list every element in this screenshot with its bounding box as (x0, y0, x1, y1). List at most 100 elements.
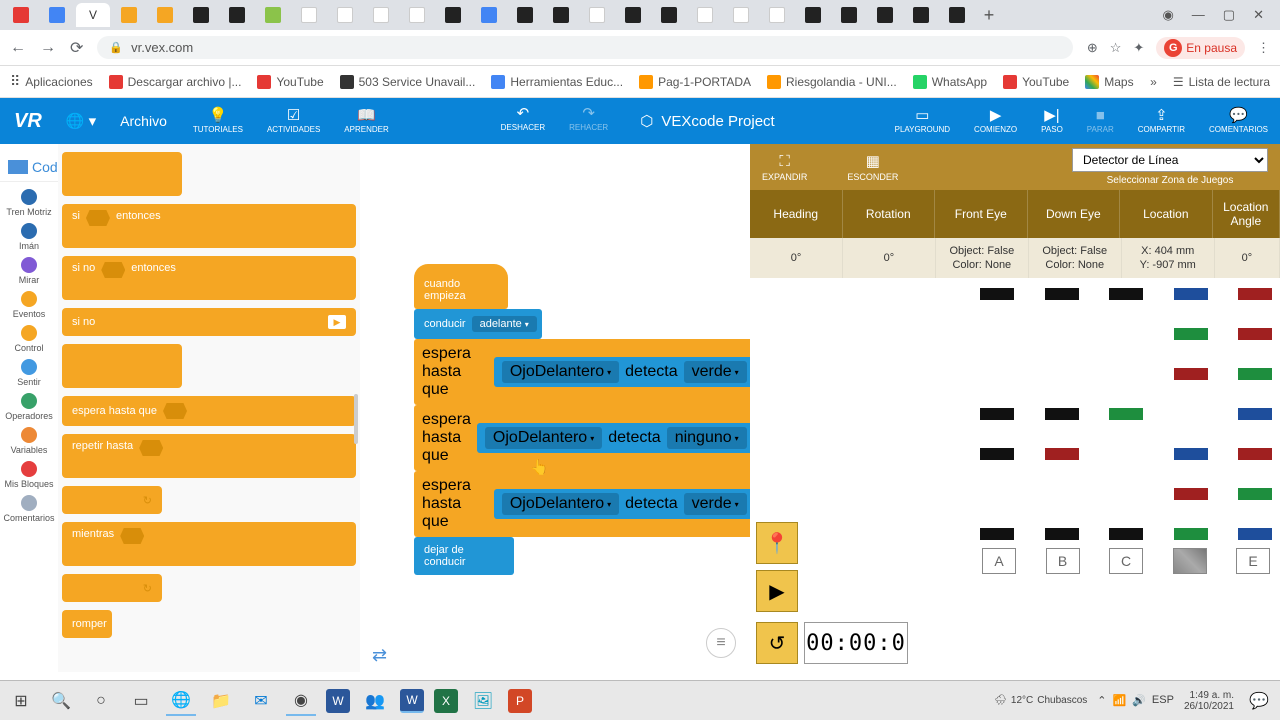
profile-badge[interactable]: G En pausa (1156, 37, 1245, 59)
switch-view-icon[interactable]: ⇄ (372, 645, 387, 666)
category-events[interactable]: Eventos (0, 288, 58, 322)
bookmark[interactable]: Riesgolandia - UNI... (767, 75, 897, 89)
palette-block-waituntil[interactable]: espera hasta que (62, 396, 356, 426)
dropdown-color[interactable]: verde (684, 493, 747, 515)
bookmark[interactable]: YouTube (1003, 75, 1069, 89)
start-button[interactable]: ⊞ (6, 686, 36, 716)
play-button[interactable]: ▶ (756, 570, 798, 612)
tab[interactable] (40, 3, 74, 27)
file-menu[interactable]: Archivo (106, 113, 181, 129)
playground-selector[interactable]: Detector de Línea (1072, 148, 1268, 172)
dropdown-sensor[interactable]: OjoDelantero (485, 427, 602, 449)
bookmark[interactable]: WhatsApp (913, 75, 987, 89)
script-stack[interactable]: cuando empieza conducir adelante espera … (414, 264, 785, 575)
tab[interactable] (328, 3, 362, 27)
tab[interactable] (940, 3, 974, 27)
bookmark[interactable]: Maps (1085, 75, 1133, 89)
resize-handle[interactable] (354, 394, 358, 444)
sensor-condition[interactable]: OjoDelantero detecta verde ? (494, 357, 777, 387)
dropdown-sensor[interactable]: OjoDelantero (502, 493, 619, 515)
search-button[interactable]: 🔍 (46, 686, 76, 716)
dropdown-sensor[interactable]: OjoDelantero (502, 361, 619, 383)
share-icon[interactable]: ⊕ (1087, 40, 1098, 56)
project-name[interactable]: ⬡ VEXcode Project (620, 106, 795, 136)
comments-button[interactable]: 💬COMENTARIOS (1197, 108, 1280, 134)
undo-button[interactable]: ↶DESHACER (489, 106, 557, 136)
palette-block[interactable] (62, 152, 182, 196)
reset-button[interactable]: ↺ (756, 622, 798, 664)
share-button[interactable]: ⇪COMPARTIR (1126, 108, 1197, 134)
category-sensing[interactable]: Sentir (0, 356, 58, 390)
teams-icon[interactable]: 👥 (360, 686, 390, 716)
learn-button[interactable]: 📖APRENDER (332, 108, 400, 134)
tab[interactable] (652, 3, 686, 27)
taskview-icon[interactable]: ▭ (126, 686, 156, 716)
clock[interactable]: 1:49 a. m. 26/10/2021 (1184, 690, 1234, 712)
category-magnet[interactable]: Imán (0, 220, 58, 254)
tab[interactable] (688, 3, 722, 27)
mail-icon[interactable]: ✉ (246, 686, 276, 716)
tab[interactable] (184, 3, 218, 27)
reload-button[interactable]: ⟳ (70, 38, 83, 58)
overflow-icon[interactable]: » (1150, 75, 1157, 89)
forward-button[interactable]: → (40, 39, 56, 57)
tab[interactable] (616, 3, 650, 27)
dropdown-color[interactable]: verde (684, 361, 747, 383)
tab[interactable] (4, 3, 38, 27)
category-comments[interactable]: Comentarios (0, 492, 58, 526)
dropdown-color[interactable]: ninguno (667, 427, 747, 449)
word-icon[interactable]: W (326, 689, 350, 713)
palette-block[interactable] (62, 344, 182, 388)
tab[interactable] (220, 3, 254, 27)
tab[interactable] (508, 3, 542, 27)
tab[interactable] (868, 3, 902, 27)
palette-block-ifelse[interactable]: si noentonces (62, 256, 356, 300)
chrome-icon[interactable]: ◉ (286, 686, 316, 716)
dropdown-direction[interactable]: adelante (472, 316, 537, 332)
code-tab[interactable]: Codigo 🔊 (0, 152, 58, 182)
tab[interactable] (580, 3, 614, 27)
tab[interactable] (760, 3, 794, 27)
powerpoint-icon[interactable]: P (508, 689, 532, 713)
palette-block-break[interactable]: romper (62, 610, 112, 638)
tab[interactable] (364, 3, 398, 27)
block-drive[interactable]: conducir adelante (414, 309, 542, 339)
tab[interactable] (724, 3, 758, 27)
tab[interactable] (148, 3, 182, 27)
playground-button[interactable]: ▭PLAYGROUND (883, 108, 962, 134)
bookmark[interactable]: Herramientas Educ... (491, 75, 623, 89)
cortana-icon[interactable]: ○ (86, 686, 116, 716)
tab[interactable] (292, 3, 326, 27)
start-button[interactable]: ▶COMIENZO (962, 108, 1029, 134)
block-wait-until[interactable]: espera hasta que OjoDelantero detecta ve… (414, 339, 785, 405)
category-looks[interactable]: Mirar (0, 254, 58, 288)
pictures-icon[interactable]: 🖼 (468, 686, 498, 716)
extensions-icon[interactable]: ✦ (1133, 40, 1144, 56)
code-canvas[interactable]: cuando empieza conducir adelante espera … (360, 144, 750, 672)
sensor-condition[interactable]: OjoDelantero detecta ninguno ? (477, 423, 777, 453)
word-icon[interactable]: W (400, 689, 424, 713)
step-button[interactable]: ▶|PASO (1029, 108, 1075, 134)
palette-block-while[interactable]: mientras (62, 522, 356, 566)
tab[interactable] (904, 3, 938, 27)
bookmark[interactable]: Descargar archivo |... (109, 75, 242, 89)
explorer-icon[interactable]: 📁 (206, 686, 236, 716)
tab[interactable] (256, 3, 290, 27)
palette-block-else[interactable]: si no▶ (62, 308, 356, 336)
tab-active[interactable]: V (76, 3, 110, 27)
locate-button[interactable]: 📍 (756, 522, 798, 564)
menu-icon[interactable]: ⋮ (1257, 40, 1270, 56)
chevron-up-icon[interactable]: ⌃ (1097, 694, 1106, 707)
new-tab-button[interactable]: + (976, 5, 1002, 26)
block-stop-driving[interactable]: dejar de conducir (414, 537, 514, 575)
address-bar[interactable]: 🔒 vr.vex.com (97, 36, 1072, 59)
activities-button[interactable]: ☑ACTIVIDADES (255, 108, 332, 134)
palette-block-if[interactable]: sientonces (62, 204, 356, 248)
tutorials-button[interactable]: 💡TUTORIALES (181, 108, 255, 134)
sensor-condition[interactable]: OjoDelantero detecta verde ? (494, 489, 777, 519)
redo-button[interactable]: ↷REHACER (557, 106, 620, 136)
minimize-icon[interactable]: — (1192, 7, 1205, 23)
close-icon[interactable]: ✕ (1253, 7, 1264, 23)
excel-icon[interactable]: X (434, 689, 458, 713)
bookmark[interactable]: Pag-1-PORTADA (639, 75, 751, 89)
